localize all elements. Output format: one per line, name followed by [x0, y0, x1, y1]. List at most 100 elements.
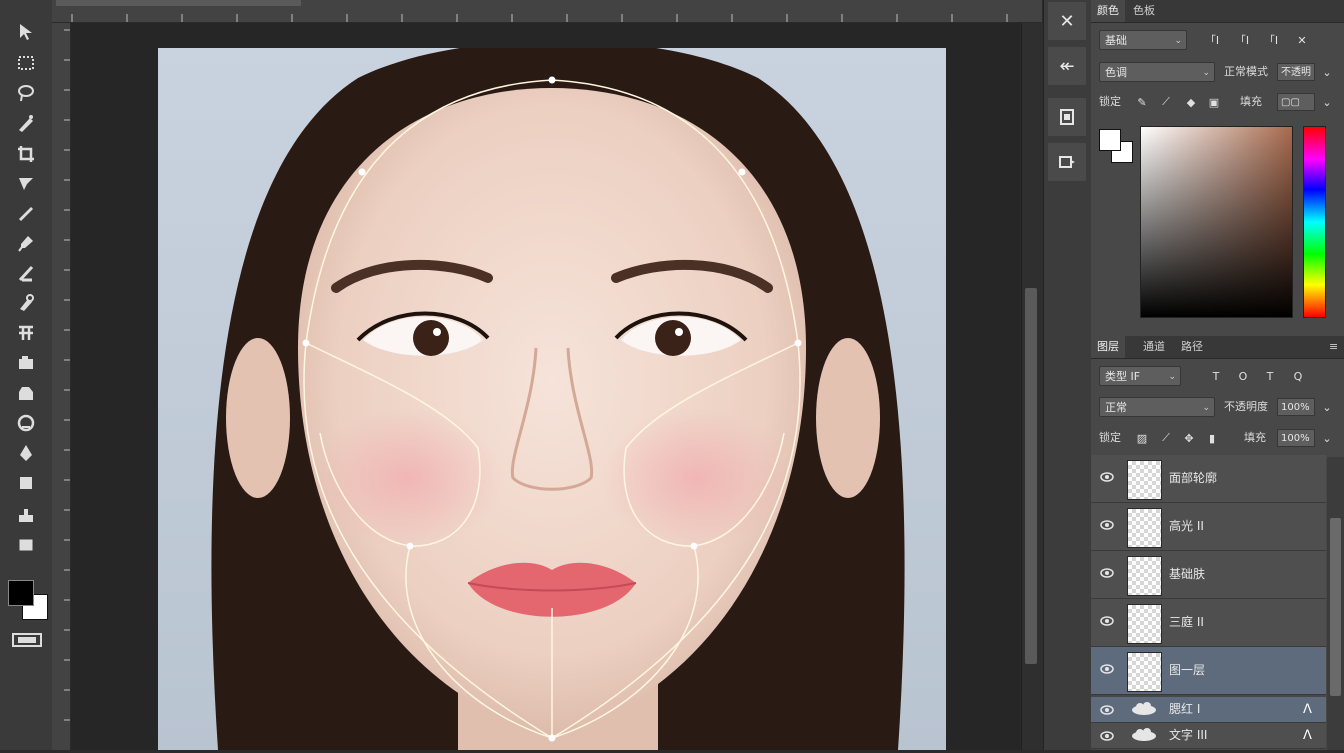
filter-adjust-icon[interactable]: O — [1234, 367, 1252, 385]
filter-type-icon[interactable]: T — [1261, 367, 1279, 385]
lock-move-icon[interactable]: ◆ — [1182, 93, 1200, 111]
lock-transparency-icon[interactable]: ▨ — [1133, 429, 1151, 447]
color-saturation-field[interactable] — [1140, 126, 1293, 318]
marquee-tool-icon[interactable] — [13, 52, 39, 74]
layer-row[interactable]: 基础肤 — [1091, 551, 1326, 599]
history-panel-icon[interactable] — [1048, 98, 1086, 136]
layer-name: 基础肤 — [1169, 567, 1206, 581]
color-fill-field[interactable]: ▢▢ — [1277, 93, 1315, 111]
opacity-field[interactable]: 100% — [1277, 398, 1315, 416]
move-tool-icon[interactable] — [13, 20, 39, 42]
lock-label: 锁定 — [1099, 431, 1121, 444]
type-tool-icon[interactable] — [13, 472, 39, 494]
layer-thumbnail — [1127, 556, 1162, 596]
collapsed-panels-column: ✕ ↞ — [1043, 0, 1092, 750]
blend-mode-dropdown[interactable]: 正常 ⌄ — [1099, 397, 1215, 417]
lock-all-icon[interactable]: ▮ — [1203, 429, 1221, 447]
color-fill-label: 填充 — [1240, 95, 1262, 108]
tab-layers[interactable]: 图层 — [1091, 336, 1125, 358]
color-option-icon[interactable]: 「I — [1262, 31, 1280, 49]
layer-name: 文字 III — [1169, 728, 1208, 742]
foreground-color-swatch-top — [8, 580, 34, 606]
lock-all-icon[interactable]: ▣ — [1205, 93, 1223, 111]
layer-name: 图一层 — [1169, 663, 1206, 677]
healing-brush-icon[interactable] — [13, 202, 39, 224]
pen-tool-icon[interactable] — [13, 442, 39, 464]
canvas-scroll-thumb[interactable] — [1025, 288, 1037, 664]
layer-thumbnail — [1127, 460, 1162, 500]
color-panel-menu-icon[interactable]: ✕ — [1293, 31, 1311, 49]
tools-panel — [0, 0, 53, 750]
quick-mask-icon[interactable] — [12, 633, 42, 647]
lasso-tool-icon[interactable] — [13, 82, 39, 104]
color-mode-label: 基础 — [1105, 34, 1127, 47]
eye-icon[interactable] — [1099, 613, 1115, 629]
fill-field[interactable]: 100% — [1277, 429, 1315, 447]
color-opacity-field[interactable]: 不透明 — [1277, 63, 1315, 81]
layer-group-row[interactable]: 文字 III ᐱ — [1091, 723, 1326, 749]
color-blend-label: 正常模式 — [1224, 65, 1268, 78]
lock-move-icon[interactable]: ✥ — [1180, 429, 1198, 447]
eye-icon[interactable] — [1099, 469, 1115, 485]
eye-icon[interactable] — [1099, 661, 1115, 677]
layer-name: 面部轮廓 — [1169, 471, 1218, 485]
color-tone-dropdown[interactable]: 色调 ⌄ — [1099, 62, 1215, 82]
lock-brush-icon[interactable]: ⟋ — [1157, 93, 1175, 111]
eyedropper-tool-icon[interactable] — [13, 173, 39, 195]
layer-fx-icon[interactable]: ᐱ — [1303, 697, 1312, 722]
portrait-image[interactable] — [158, 48, 946, 750]
layer-row[interactable]: 面部轮廓 — [1091, 455, 1326, 503]
layer-group-row[interactable]: 腮红 I ᐱ — [1091, 697, 1326, 723]
chevron-down-icon[interactable]: ⌄ — [1318, 398, 1336, 416]
layer-filter-label: 类型 IF — [1105, 370, 1141, 383]
brush-tool-icon[interactable] — [13, 232, 39, 254]
tab-channels[interactable]: 通道 — [1137, 336, 1171, 358]
filter-shape-icon[interactable]: Q — [1289, 367, 1307, 385]
close-icon[interactable]: ✕ — [1048, 2, 1086, 40]
actions-panel-icon[interactable] — [1048, 143, 1086, 181]
collapse-arrow-icon[interactable]: ↞ — [1048, 47, 1086, 85]
layer-name: 三庭 II — [1169, 615, 1204, 629]
crop-tool-icon[interactable] — [13, 143, 39, 165]
layer-row-selected[interactable]: 图一层 — [1091, 647, 1326, 695]
shape-tool-icon[interactable] — [13, 534, 39, 556]
layer-name: 高光 II — [1169, 519, 1204, 533]
layers-scroll-thumb[interactable] — [1330, 518, 1341, 696]
hue-slider[interactable] — [1303, 126, 1326, 318]
lock-brush-icon[interactable]: ⟋ — [1157, 429, 1175, 447]
path-select-icon[interactable] — [13, 504, 39, 526]
tab-color[interactable]: 颜色 — [1091, 0, 1125, 22]
eye-icon[interactable] — [1099, 565, 1115, 581]
color-lock-label: 锁定 — [1099, 95, 1121, 108]
color-mode-dropdown[interactable]: 基础 ⌄ — [1099, 30, 1187, 50]
gradient-tool-icon[interactable] — [13, 352, 39, 374]
tab-swatches[interactable]: 色板 — [1127, 0, 1161, 22]
color-panel-tabbar: 颜色 色板 — [1091, 0, 1344, 23]
lock-pixels-icon[interactable]: ✎ — [1133, 93, 1151, 111]
quick-select-tool-icon[interactable] — [13, 112, 39, 134]
color-option-icon[interactable]: 「I — [1203, 31, 1221, 49]
color-option-icon[interactable]: 「I — [1233, 31, 1251, 49]
layer-thumbnail — [1127, 604, 1162, 644]
eye-icon[interactable] — [1099, 517, 1115, 533]
layer-fx-icon[interactable]: ᐱ — [1303, 723, 1312, 748]
foreground-swatch[interactable] — [1099, 129, 1121, 151]
history-brush-icon[interactable] — [13, 292, 39, 314]
chevron-down-icon[interactable]: ⌄ — [1318, 63, 1336, 81]
document-tab-strip[interactable] — [56, 0, 301, 6]
eye-icon[interactable] — [1099, 728, 1115, 744]
tab-paths[interactable]: 路径 — [1175, 336, 1209, 358]
dodge-tool-icon[interactable] — [13, 412, 39, 434]
layer-row[interactable]: 高光 II — [1091, 503, 1326, 551]
layers-menu-icon[interactable]: ≡ — [1323, 336, 1344, 358]
filter-pixel-icon[interactable]: T — [1207, 367, 1225, 385]
eye-icon[interactable] — [1099, 702, 1115, 718]
chevron-down-icon[interactable]: ⌄ — [1318, 93, 1336, 111]
chevron-down-icon[interactable]: ⌄ — [1318, 429, 1336, 447]
layer-row[interactable]: 三庭 II — [1091, 599, 1326, 647]
eraser-tool-icon[interactable] — [13, 322, 39, 344]
layer-filter-dropdown[interactable]: 类型 IF ⌄ — [1099, 366, 1181, 386]
blur-tool-icon[interactable] — [13, 382, 39, 404]
clone-stamp-icon[interactable] — [13, 262, 39, 284]
cloud-layer-icon — [1132, 728, 1156, 741]
